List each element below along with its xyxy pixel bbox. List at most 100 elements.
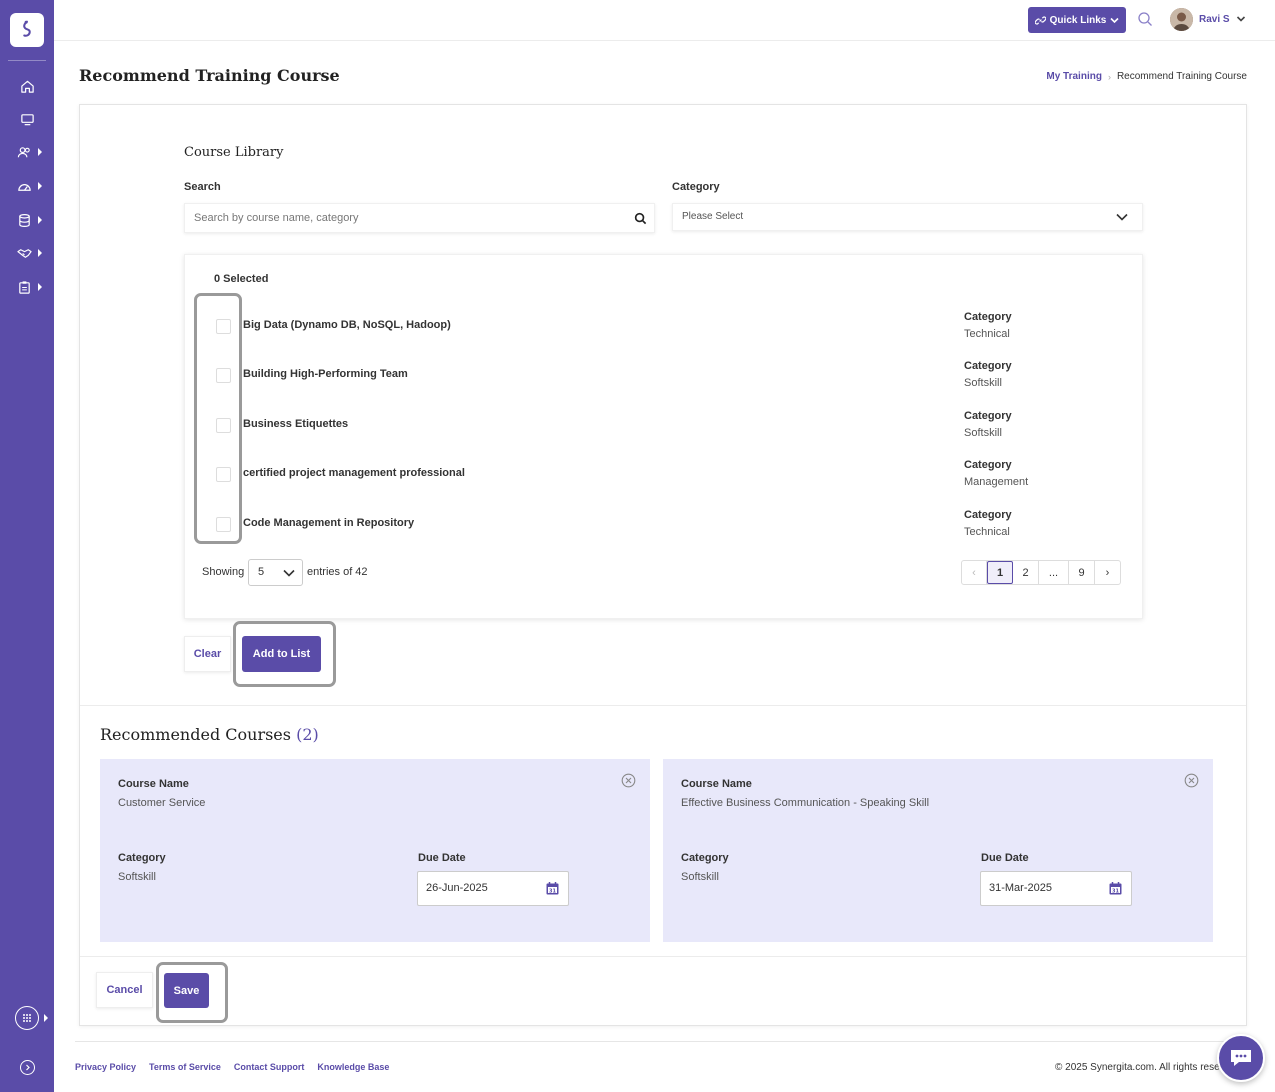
list-item: Business Etiquettes Category Softskill <box>185 409 1144 449</box>
page-2-button[interactable]: 2 <box>1013 561 1039 584</box>
page-9-button[interactable]: 9 <box>1069 561 1095 584</box>
page-ellipsis: ... <box>1039 561 1069 584</box>
recommended-count: (2) <box>296 725 319 744</box>
sidebar-item-monitor[interactable] <box>0 105 54 133</box>
apps-grid-button[interactable] <box>15 1006 39 1030</box>
sidebar-item-database[interactable] <box>0 206 54 234</box>
quick-links-button[interactable]: Quick Links <box>1028 7 1126 33</box>
sidebar-item-people[interactable] <box>0 138 54 166</box>
breadcrumb-my-training[interactable]: My Training <box>1046 71 1102 82</box>
prev-page-button[interactable]: ‹ <box>962 561 987 584</box>
course-category-label: Category <box>118 852 166 864</box>
selected-count: 0 Selected <box>214 273 269 285</box>
caret-right-icon <box>44 1014 48 1022</box>
due-date-input[interactable]: 31-Mar-2025 31 <box>980 871 1132 906</box>
course-category-label: Category <box>681 852 729 864</box>
due-date-input[interactable]: 26-Jun-2025 31 <box>417 871 569 906</box>
user-name[interactable]: Ravi S <box>1199 14 1230 25</box>
clipboard-icon <box>18 280 30 294</box>
calendar-icon[interactable]: 31 <box>545 881 560 896</box>
showing-label: Showing <box>202 566 245 578</box>
svg-text:31: 31 <box>1112 888 1119 894</box>
sidebar-item-handshake[interactable] <box>0 239 54 267</box>
course-category-value: Softskill <box>118 871 156 883</box>
save-button[interactable]: Save <box>164 973 209 1008</box>
remove-course-icon[interactable] <box>621 773 636 788</box>
sidebar <box>0 0 54 1092</box>
cancel-button[interactable]: Cancel <box>96 972 153 1008</box>
course-category-value: Softskill <box>964 377 1002 389</box>
chat-icon <box>1231 1050 1251 1066</box>
sidebar-item-home[interactable] <box>0 72 54 100</box>
course-name: Business Etiquettes <box>243 418 349 430</box>
course-category-value: Softskill <box>681 871 719 883</box>
course-list-panel: 0 Selected Big Data (Dynamo DB, NoSQL, H… <box>184 254 1143 619</box>
gauge-icon <box>17 183 31 191</box>
recommended-course-card: Course Name Effective Business Communica… <box>663 759 1213 942</box>
course-category-value: Technical <box>964 328 1010 340</box>
expand-sidebar-button[interactable] <box>20 1060 35 1075</box>
breadcrumb: My Training › Recommend Training Course <box>1046 71 1247 82</box>
caret-right-icon <box>38 283 42 291</box>
chevron-down-icon <box>283 569 295 577</box>
course-name: Big Data (Dynamo DB, NoSQL, Hadoop) <box>243 319 451 331</box>
search-input[interactable] <box>185 204 654 232</box>
course-name: Building High-Performing Team <box>243 368 408 380</box>
clear-button[interactable]: Clear <box>184 636 231 672</box>
chevron-right-icon <box>26 1064 30 1071</box>
search-icon[interactable] <box>634 212 647 225</box>
search-box <box>184 203 655 233</box>
app-logo[interactable] <box>10 13 44 47</box>
handshake-icon <box>16 248 32 258</box>
breadcrumb-current: Recommend Training Course <box>1116 71 1247 82</box>
category-select-value: Please Select <box>682 211 744 222</box>
recommended-courses-title: Recommended Courses (2) <box>100 725 319 744</box>
course-name-label: Course Name <box>118 778 189 790</box>
knowledge-base-link[interactable]: Knowledge Base <box>317 1062 389 1072</box>
course-category-label: Category <box>964 360 1012 372</box>
chevron-down-icon <box>1110 17 1119 23</box>
terms-of-service-link[interactable]: Terms of Service <box>149 1062 221 1072</box>
section-divider <box>80 705 1246 706</box>
due-date-label: Due Date <box>418 852 466 864</box>
avatar[interactable] <box>1170 8 1193 31</box>
chevron-down-icon[interactable] <box>1236 14 1246 24</box>
list-item: certified project management professiona… <box>185 458 1144 498</box>
recommended-course-card: Course Name Customer Service Category So… <box>100 759 650 942</box>
calendar-icon[interactable]: 31 <box>1108 881 1123 896</box>
due-date-value: 31-Mar-2025 <box>989 882 1052 894</box>
chevron-down-icon <box>1116 213 1128 221</box>
category-select[interactable]: Please Select <box>672 203 1143 231</box>
course-name: Code Management in Repository <box>243 517 415 529</box>
page-1-button[interactable]: 1 <box>987 561 1013 584</box>
top-bar: Quick Links Ravi S <box>54 0 1275 41</box>
course-category-label: Category <box>964 509 1012 521</box>
user-photo-icon <box>1170 8 1193 31</box>
course-name-value: Customer Service <box>118 797 206 809</box>
remove-course-icon[interactable] <box>1184 773 1199 788</box>
caret-right-icon <box>38 182 42 190</box>
svg-text:31: 31 <box>549 888 556 894</box>
contact-support-link[interactable]: Contact Support <box>234 1062 305 1072</box>
pagination: ‹ 1 2 ... 9 › <box>961 560 1121 585</box>
grid-icon <box>23 1014 31 1022</box>
entries-per-page-select[interactable]: 5 <box>248 559 303 586</box>
sidebar-divider <box>8 60 46 61</box>
privacy-policy-link[interactable]: Privacy Policy <box>75 1062 136 1072</box>
caret-right-icon <box>38 148 42 156</box>
sidebar-item-dashboard[interactable] <box>0 172 54 200</box>
course-name-value: Effective Business Communication - Speak… <box>681 797 930 809</box>
database-icon <box>18 213 30 227</box>
search-label: Search <box>184 181 221 193</box>
logo-icon <box>23 20 31 37</box>
sidebar-item-clipboard[interactable] <box>0 273 54 301</box>
course-category-value: Softskill <box>964 427 1002 439</box>
next-page-button[interactable]: › <box>1095 561 1120 584</box>
course-category-label: Category <box>964 459 1012 471</box>
course-name: certified project management professiona… <box>243 467 465 479</box>
add-to-list-button[interactable]: Add to List <box>242 636 321 672</box>
chat-button[interactable] <box>1217 1034 1265 1082</box>
recommended-title-text: Recommended Courses <box>100 725 291 744</box>
copyright: © 2025 Synergita.com. All rights reserve… <box>1055 1062 1220 1073</box>
search-icon[interactable] <box>1137 11 1153 27</box>
